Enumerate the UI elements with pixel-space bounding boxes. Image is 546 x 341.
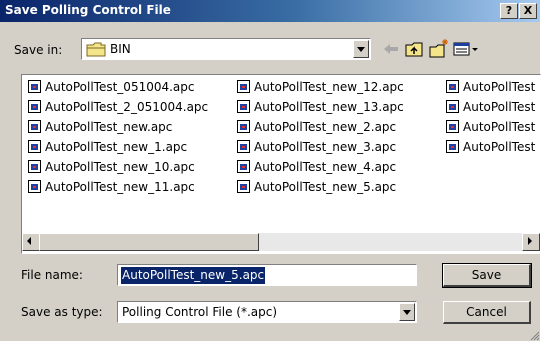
up-one-level-button[interactable]: [404, 38, 426, 60]
apc-file-icon: [28, 180, 41, 193]
apc-file-icon: [237, 100, 250, 113]
close-button[interactable]: X: [519, 3, 537, 19]
scroll-left-button[interactable]: [22, 233, 40, 251]
save-as-type-dropdown[interactable]: Polling Control File (*.apc): [117, 301, 417, 323]
file-name-label: File name:: [21, 268, 83, 282]
file-name-text: AutoPollTest: [463, 100, 536, 114]
apc-file-icon: [237, 180, 250, 193]
save-as-type-label: Save as type:: [21, 305, 103, 319]
folder-icon: [86, 42, 106, 57]
file-name-input[interactable]: AutoPollTest_new_5.apc: [117, 264, 417, 286]
file-name-text: AutoPollTest: [463, 120, 536, 134]
chevron-down-icon: [357, 47, 365, 52]
save-in-dropdown-button[interactable]: [353, 40, 369, 58]
apc-file-icon: [446, 120, 459, 133]
file-list-item[interactable]: AutoPollTest: [446, 97, 535, 117]
file-name-text: AutoPollTest_new_2.apc: [254, 120, 397, 134]
file-list-item[interactable]: AutoPollTest_new_13.apc: [237, 97, 404, 117]
file-name-text: AutoPollTest_new_1.apc: [45, 140, 188, 154]
apc-file-icon: [446, 80, 459, 93]
file-name-text: AutoPollTest_new_5.apc: [254, 180, 397, 194]
apc-file-icon: [28, 160, 41, 173]
horizontal-scrollbar[interactable]: [22, 233, 540, 251]
save-as-type-dropdown-button[interactable]: [399, 303, 415, 321]
file-list[interactable]: AutoPollTest_051004.apc AutoPollTest_2_05…: [21, 74, 541, 254]
title-bar[interactable]: Save Polling Control File ? X: [0, 0, 540, 22]
apc-file-icon: [237, 160, 250, 173]
file-list-item[interactable]: AutoPollTest: [446, 77, 535, 97]
file-name-text: AutoPollTest_new_13.apc: [254, 100, 404, 114]
file-name-text: AutoPollTest_051004.apc: [45, 80, 195, 94]
apc-file-icon: [28, 80, 41, 93]
file-list-item[interactable]: AutoPollTest_new_11.apc: [28, 177, 195, 197]
file-name-text: AutoPollTest_new_4.apc: [254, 160, 397, 174]
file-name-text: AutoPollTest_new_12.apc: [254, 80, 404, 94]
save-in-label: Save in:: [14, 43, 63, 57]
up-folder-icon: [405, 42, 423, 57]
apc-file-icon: [28, 120, 41, 133]
resize-grip-icon[interactable]: [528, 329, 540, 341]
file-list-item[interactable]: AutoPollTest_new.apc: [28, 117, 172, 137]
scroll-left-icon: [27, 237, 31, 245]
file-name-value: AutoPollTest_new_5.apc: [121, 267, 266, 284]
file-name-text: AutoPollTest_new_3.apc: [254, 140, 397, 154]
cancel-button[interactable]: Cancel: [443, 301, 531, 324]
file-name-text: AutoPollTest_new_11.apc: [45, 180, 195, 194]
file-name-text: AutoPollTest_new_10.apc: [45, 160, 195, 174]
file-list-item[interactable]: AutoPollTest_new_10.apc: [28, 157, 195, 177]
back-button[interactable]: [380, 38, 402, 60]
save-in-folder: BIN: [110, 42, 131, 56]
file-name-text: AutoPollTest: [463, 140, 536, 154]
file-list-item[interactable]: AutoPollTest_new_2.apc: [237, 117, 396, 137]
scroll-thumb[interactable]: [39, 233, 259, 251]
scroll-right-button[interactable]: [522, 233, 540, 251]
file-list-item[interactable]: AutoPollTest_new_3.apc: [237, 137, 396, 157]
file-list-item[interactable]: AutoPollTest_new_1.apc: [28, 137, 187, 157]
file-list-item[interactable]: AutoPollTest_051004.apc: [28, 77, 195, 97]
new-folder-button[interactable]: [428, 38, 450, 60]
file-list-item[interactable]: AutoPollTest: [446, 117, 535, 137]
file-list-item[interactable]: AutoPollTest_new_5.apc: [237, 177, 396, 197]
file-name-text: AutoPollTest_new.apc: [45, 120, 173, 134]
view-menu-icon: [453, 42, 478, 56]
apc-file-icon: [446, 140, 459, 153]
file-list-item[interactable]: AutoPollTest: [446, 137, 535, 157]
scroll-right-icon: [528, 237, 532, 245]
apc-file-icon: [28, 140, 41, 153]
apc-file-icon: [237, 120, 250, 133]
file-name-text: AutoPollTest: [463, 80, 536, 94]
apc-file-icon: [28, 100, 41, 113]
file-list-item[interactable]: AutoPollTest_new_4.apc: [237, 157, 396, 177]
apc-file-icon: [237, 140, 250, 153]
chevron-down-icon: [403, 310, 411, 315]
file-name-text: AutoPollTest_2_051004.apc: [45, 100, 209, 114]
file-list-item[interactable]: AutoPollTest_2_051004.apc: [28, 97, 208, 117]
apc-file-icon: [237, 80, 250, 93]
apc-file-icon: [446, 100, 459, 113]
save-as-type-value: Polling Control File (*.apc): [122, 305, 278, 319]
help-button[interactable]: ?: [500, 3, 518, 19]
dialog-title: Save Polling Control File: [5, 3, 171, 17]
save-dialog: Save Polling Control File ? X Save in: B…: [0, 0, 541, 341]
new-folder-icon: [429, 39, 448, 58]
save-button[interactable]: Save: [442, 263, 532, 288]
view-menu-button[interactable]: [452, 38, 480, 60]
save-in-dropdown[interactable]: BIN: [81, 38, 371, 60]
back-arrow-icon: [384, 44, 398, 54]
file-list-item[interactable]: AutoPollTest_new_12.apc: [237, 77, 404, 97]
